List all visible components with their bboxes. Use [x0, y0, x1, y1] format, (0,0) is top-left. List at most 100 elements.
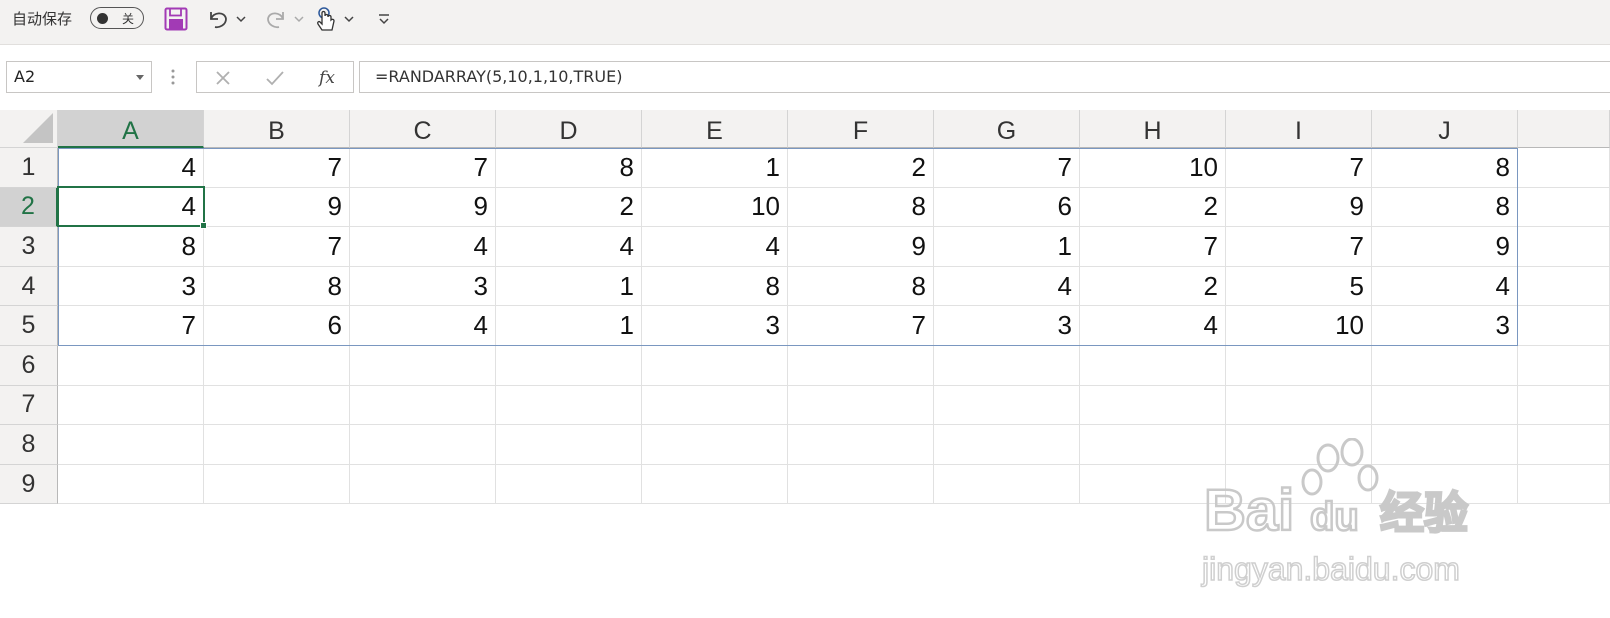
autosave-toggle[interactable]: 关	[90, 7, 144, 29]
formula-input[interactable]: =RANDARRAY(5,10,1,10,TRUE)	[359, 61, 1610, 93]
cell-k2[interactable]	[1518, 187, 1610, 228]
column-header-c[interactable]: C	[350, 110, 496, 148]
cell-b5[interactable]: 6	[204, 306, 350, 346]
cell-h2[interactable]: 2	[1080, 187, 1226, 228]
cell-c1[interactable]: 7	[350, 148, 496, 188]
cell-i9[interactable]	[1226, 464, 1372, 505]
cell-f7[interactable]	[788, 385, 934, 426]
cell-i4[interactable]: 5	[1226, 266, 1372, 307]
row-header-5[interactable]: 5	[0, 306, 58, 346]
cell-i8[interactable]	[1226, 425, 1372, 465]
cell-i6[interactable]	[1226, 346, 1372, 386]
column-header-a[interactable]: A	[58, 110, 204, 148]
cell-h1[interactable]: 10	[1080, 148, 1226, 188]
cell-f1[interactable]: 2	[788, 148, 934, 188]
cell-h8[interactable]	[1080, 425, 1226, 465]
cell-a1[interactable]: 4	[58, 148, 204, 188]
cell-k5[interactable]	[1518, 306, 1610, 346]
cell-d8[interactable]	[496, 425, 642, 465]
cell-e2[interactable]: 10	[642, 187, 788, 228]
cell-e7[interactable]	[642, 385, 788, 426]
cell-k6[interactable]	[1518, 346, 1610, 386]
cell-e5[interactable]: 3	[642, 306, 788, 346]
cell-k3[interactable]	[1518, 227, 1610, 267]
row-header-4[interactable]: 4	[0, 266, 58, 307]
cell-h3[interactable]: 7	[1080, 227, 1226, 267]
cell-a5[interactable]: 7	[58, 306, 204, 346]
cell-j8[interactable]	[1372, 425, 1518, 465]
cell-a2[interactable]: 4	[58, 187, 204, 228]
cell-b1[interactable]: 7	[204, 148, 350, 188]
cell-j3[interactable]: 9	[1372, 227, 1518, 267]
column-header-e[interactable]: E	[642, 110, 788, 148]
cell-f8[interactable]	[788, 425, 934, 465]
column-header-i[interactable]: I	[1226, 110, 1372, 148]
cell-j6[interactable]	[1372, 346, 1518, 386]
cell-f2[interactable]: 8	[788, 187, 934, 228]
cell-c6[interactable]	[350, 346, 496, 386]
cell-f4[interactable]: 8	[788, 266, 934, 307]
cell-i3[interactable]: 7	[1226, 227, 1372, 267]
cell-b6[interactable]	[204, 346, 350, 386]
cell-h4[interactable]: 2	[1080, 266, 1226, 307]
select-all-button[interactable]	[0, 110, 58, 148]
column-header-h[interactable]: H	[1080, 110, 1226, 148]
cell-a6[interactable]	[58, 346, 204, 386]
row-header-8[interactable]: 8	[0, 425, 58, 465]
enter-button[interactable]	[263, 66, 287, 90]
cell-d7[interactable]	[496, 385, 642, 426]
cell-c5[interactable]: 4	[350, 306, 496, 346]
redo-dropdown[interactable]	[292, 4, 306, 34]
cell-g6[interactable]	[934, 346, 1080, 386]
cell-c3[interactable]: 4	[350, 227, 496, 267]
save-button[interactable]	[162, 4, 190, 34]
cell-d1[interactable]: 8	[496, 148, 642, 188]
cell-i7[interactable]	[1226, 385, 1372, 426]
cell-d5[interactable]: 1	[496, 306, 642, 346]
cell-j2[interactable]: 8	[1372, 187, 1518, 228]
cell-f9[interactable]	[788, 464, 934, 505]
cell-c7[interactable]	[350, 385, 496, 426]
column-header-f[interactable]: F	[788, 110, 934, 148]
cell-e3[interactable]: 4	[642, 227, 788, 267]
cell-f5[interactable]: 7	[788, 306, 934, 346]
cell-d9[interactable]	[496, 464, 642, 505]
cell-i2[interactable]: 9	[1226, 187, 1372, 228]
cell-a4[interactable]: 3	[58, 266, 204, 307]
cell-g7[interactable]	[934, 385, 1080, 426]
cell-f6[interactable]	[788, 346, 934, 386]
cell-c8[interactable]	[350, 425, 496, 465]
cell-c4[interactable]: 3	[350, 266, 496, 307]
fill-handle[interactable]	[200, 222, 207, 229]
cell-j7[interactable]	[1372, 385, 1518, 426]
cell-b7[interactable]	[204, 385, 350, 426]
redo-button[interactable]	[260, 4, 292, 34]
cell-g3[interactable]: 1	[934, 227, 1080, 267]
cell-j1[interactable]: 8	[1372, 148, 1518, 188]
cell-b4[interactable]: 8	[204, 266, 350, 307]
column-header-g[interactable]: G	[934, 110, 1080, 148]
cell-h9[interactable]	[1080, 464, 1226, 505]
cell-g8[interactable]	[934, 425, 1080, 465]
cell-j5[interactable]: 3	[1372, 306, 1518, 346]
formula-bar-grip-icon[interactable]	[168, 66, 178, 88]
cell-e8[interactable]	[642, 425, 788, 465]
undo-button[interactable]	[202, 4, 234, 34]
cell-i1[interactable]: 7	[1226, 148, 1372, 188]
insert-function-button[interactable]: fx	[315, 66, 339, 90]
touch-mode-button[interactable]	[314, 4, 340, 34]
cell-d4[interactable]: 1	[496, 266, 642, 307]
cell-b9[interactable]	[204, 464, 350, 505]
cell-c9[interactable]	[350, 464, 496, 505]
cell-k7[interactable]	[1518, 385, 1610, 426]
cell-a7[interactable]	[58, 385, 204, 426]
cell-e9[interactable]	[642, 464, 788, 505]
cell-a3[interactable]: 8	[58, 227, 204, 267]
row-header-6[interactable]: 6	[0, 346, 58, 386]
column-header-d[interactable]: D	[496, 110, 642, 148]
cell-d6[interactable]	[496, 346, 642, 386]
cell-d3[interactable]: 4	[496, 227, 642, 267]
row-header-1[interactable]: 1	[0, 148, 58, 188]
column-header-next[interactable]	[1518, 110, 1610, 148]
cell-c2[interactable]: 9	[350, 187, 496, 228]
